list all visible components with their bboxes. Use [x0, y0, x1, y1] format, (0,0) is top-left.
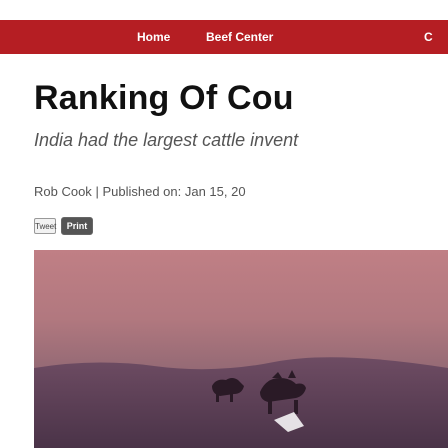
tweet-button[interactable]: Tweet	[34, 218, 56, 234]
article-byline: Rob Cook | Published on: Jan 15, 20	[34, 184, 246, 199]
article-photo	[34, 250, 448, 448]
published-label: Published on:	[102, 184, 182, 199]
print-button[interactable]: Print	[61, 217, 93, 235]
top-navigation-bar: Home Beef Center C	[0, 20, 448, 54]
nav-next-link[interactable]: C	[424, 20, 433, 54]
article-title: Ranking Of Cou	[34, 79, 294, 117]
nav-beef-center-link[interactable]: Beef Center	[206, 20, 273, 54]
share-toolbar: Tweet Print	[34, 217, 93, 235]
cattle-photo-image	[34, 250, 448, 448]
author-name[interactable]: Rob Cook	[34, 184, 92, 199]
nav-home-link[interactable]: Home	[137, 20, 170, 54]
published-date: Jan 15, 20	[184, 184, 246, 199]
article-subtitle: India had the largest cattle invent	[34, 130, 299, 150]
byline-separator: |	[95, 184, 99, 199]
